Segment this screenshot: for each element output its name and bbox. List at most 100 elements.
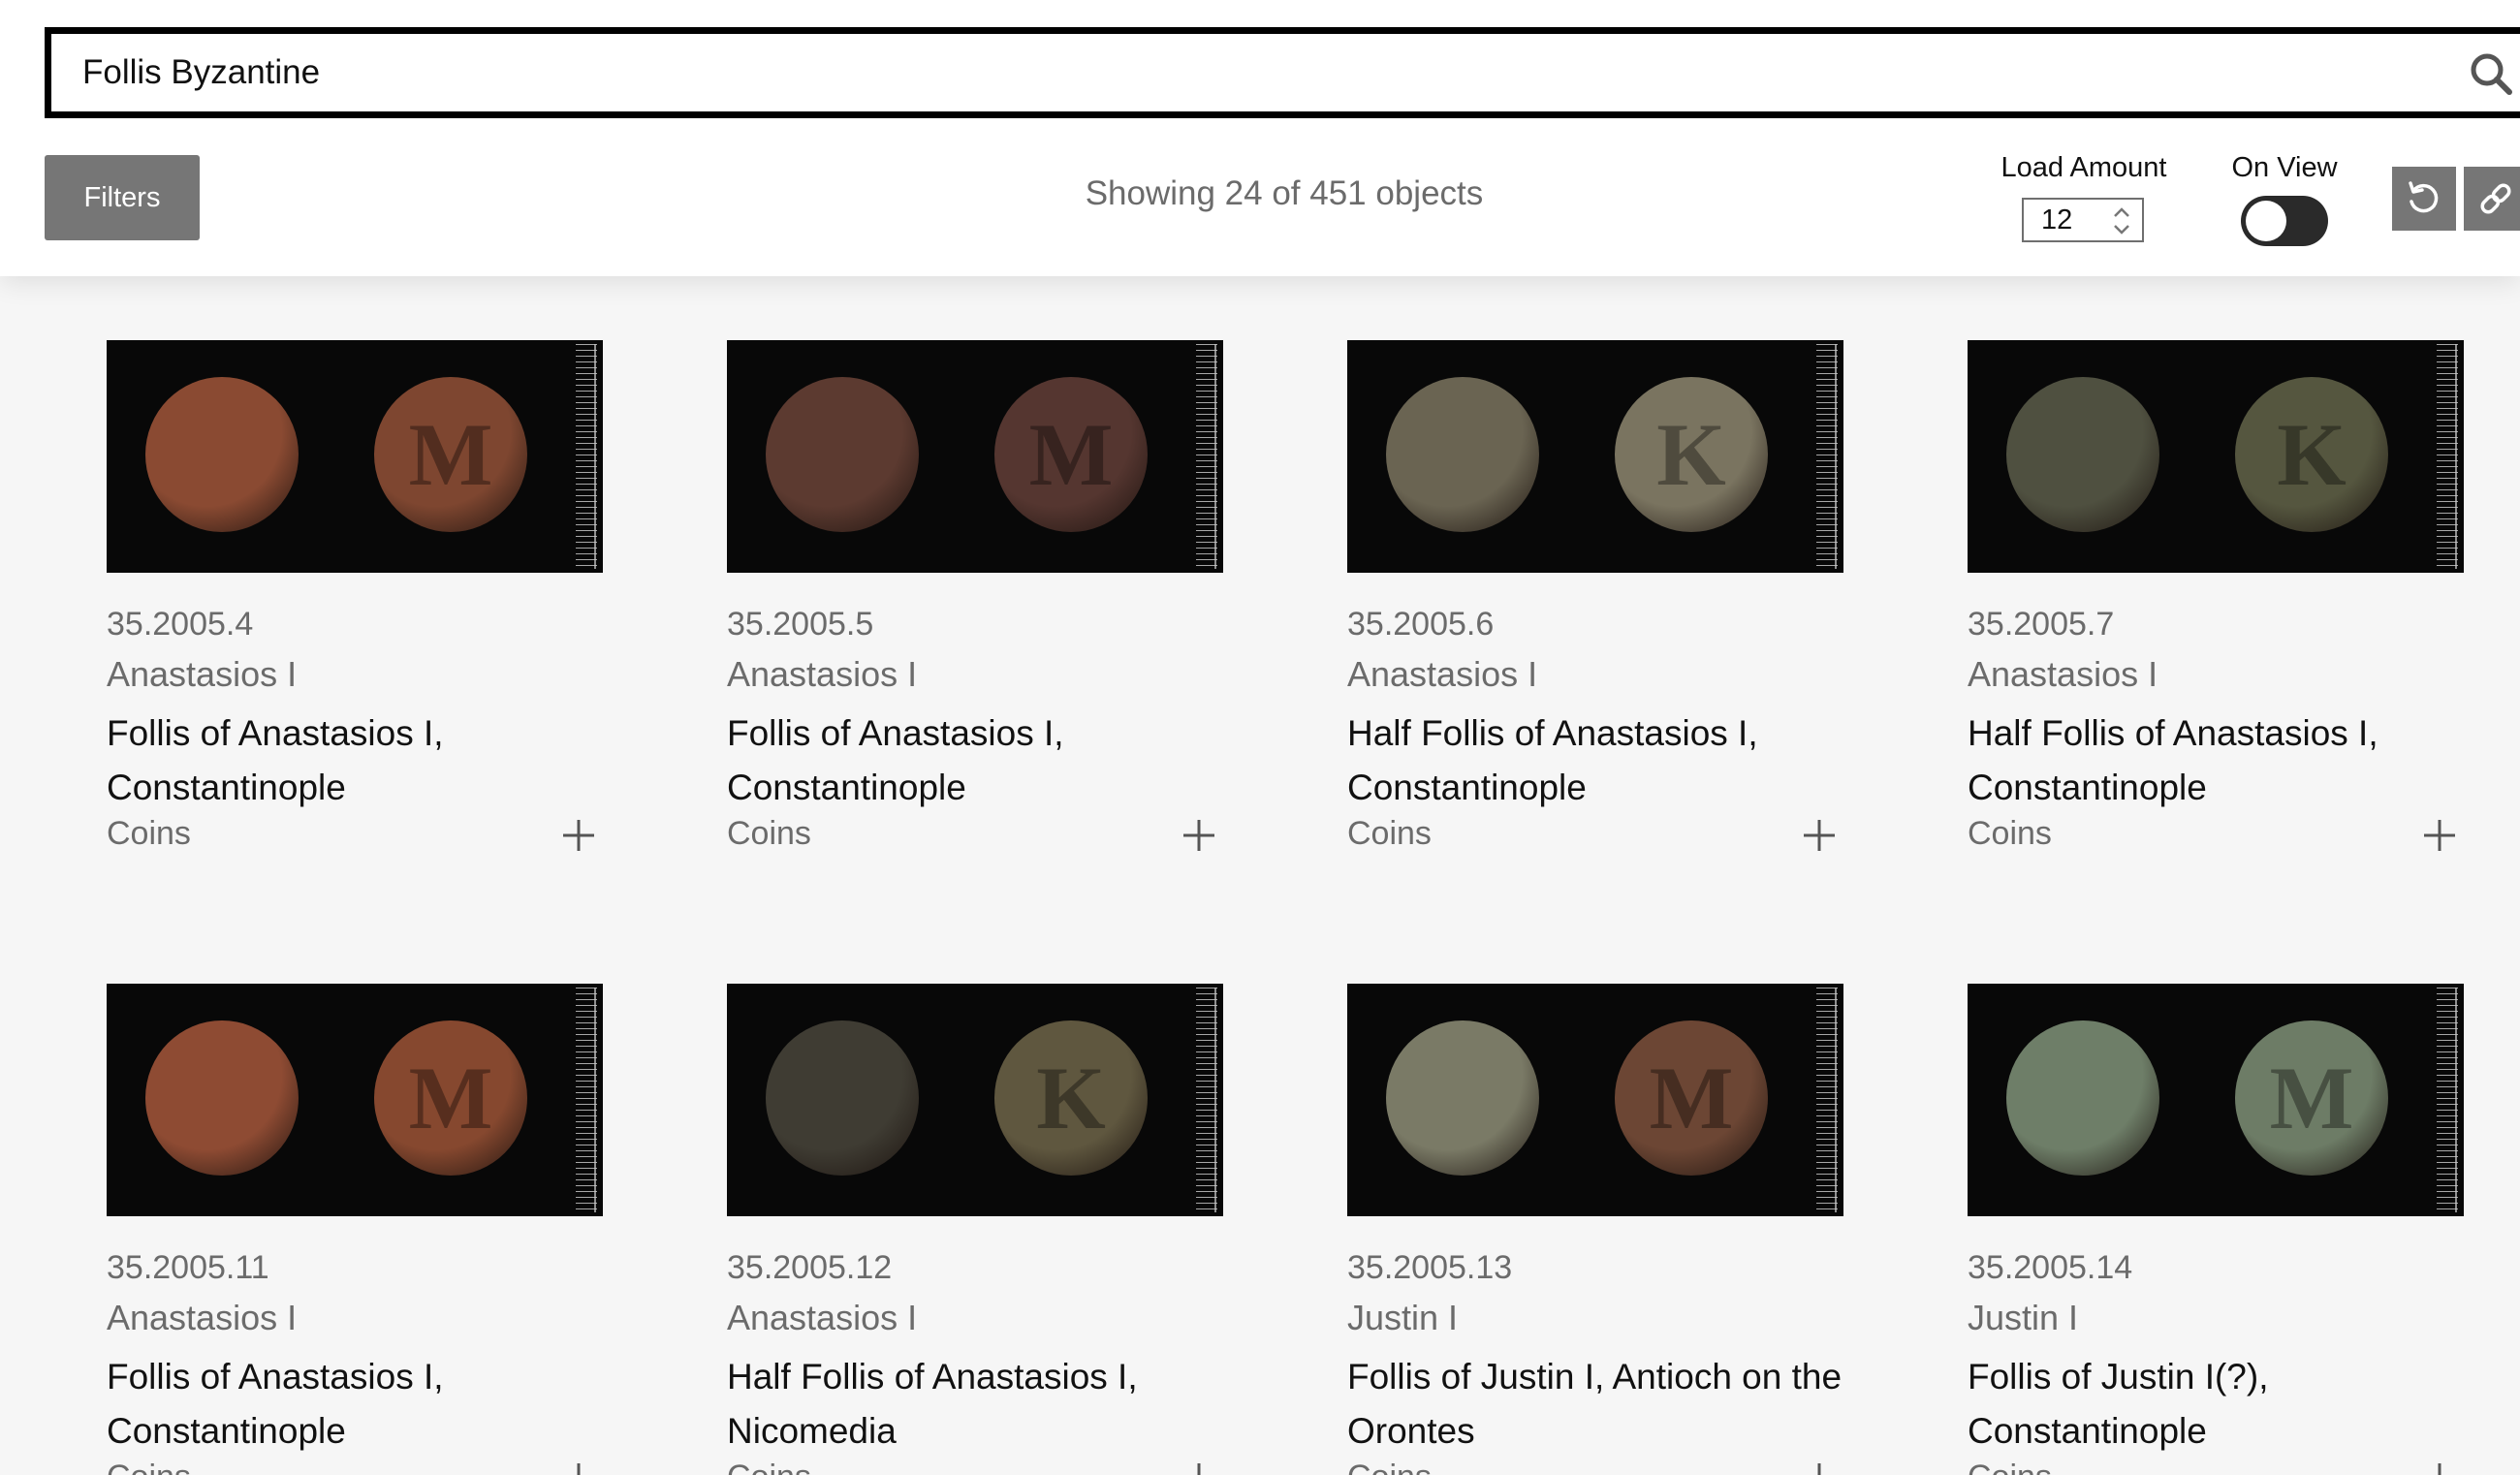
coin-obverse-image — [1386, 1020, 1539, 1176]
object-category: Coins — [107, 815, 191, 852]
object-thumbnail[interactable]: M — [727, 340, 1223, 573]
object-title[interactable]: Follis of Anastasios I, Constantinople — [727, 706, 1223, 815]
object-card[interactable]: M 35.2005.5 Anastasios I Follis of Anastasi… — [727, 340, 1223, 860]
add-icon[interactable] — [2421, 1460, 2458, 1475]
accession-number: 35.2005.6 — [1347, 606, 1495, 643]
coin-monogram — [145, 377, 299, 532]
coin-monogram: M — [1028, 405, 1114, 504]
object-category: Coins — [1347, 815, 1432, 852]
coin-monogram — [1386, 1020, 1539, 1176]
add-icon[interactable] — [560, 817, 597, 854]
accession-number: 35.2005.12 — [727, 1249, 893, 1286]
object-title[interactable]: Follis of Anastasios I, Constantinople — [107, 1350, 603, 1459]
object-category: Coins — [1347, 1459, 1432, 1475]
coin-monogram — [1386, 377, 1539, 532]
object-thumbnail[interactable]: K — [1968, 340, 2464, 573]
coin-obverse-image — [2006, 1020, 2159, 1176]
category-row: Coins — [727, 1459, 1223, 1475]
object-title[interactable]: Half Follis of Anastasios I, Constantino… — [1968, 706, 2464, 815]
load-amount-stepper[interactable]: 12 — [2022, 198, 2144, 242]
coin-reverse-image: K — [2235, 377, 2388, 532]
add-icon[interactable] — [1181, 1460, 1217, 1475]
reset-button[interactable] — [2392, 167, 2456, 231]
coin-reverse-image: M — [2235, 1020, 2388, 1176]
toolbar-header: Filters Showing 24 of 451 objects Load A… — [0, 0, 2520, 276]
coin-monogram: M — [408, 405, 493, 504]
object-maker: Anastasios I — [727, 654, 918, 694]
coin-reverse-image: K — [1615, 377, 1768, 532]
coin-monogram — [2006, 1020, 2159, 1176]
accession-number: 35.2005.4 — [107, 606, 254, 643]
scale-ruler-edge — [594, 344, 596, 569]
object-category: Coins — [1968, 1459, 2052, 1475]
object-maker: Anastasios I — [1968, 654, 2158, 694]
category-row: Coins — [727, 815, 1223, 860]
results-grid: M 35.2005.4 Anastasios I Follis of Anastasi… — [0, 276, 2520, 1475]
coin-monogram — [766, 377, 919, 532]
coin-monogram: M — [2269, 1049, 2354, 1147]
add-icon[interactable] — [2421, 817, 2458, 854]
add-icon[interactable] — [1181, 817, 1217, 854]
object-maker: Justin I — [1347, 1298, 1459, 1337]
accession-number: 35.2005.14 — [1968, 1249, 2133, 1286]
scale-ruler-edge — [1835, 988, 1837, 1212]
add-icon[interactable] — [1801, 817, 1838, 854]
object-card[interactable]: M 35.2005.13 Justin I Follis of Justin I, A… — [1347, 984, 1843, 1475]
coin-reverse-image: M — [994, 377, 1148, 532]
coin-monogram: K — [1036, 1049, 1106, 1147]
add-icon[interactable] — [560, 1460, 597, 1475]
accession-number: 35.2005.5 — [727, 606, 874, 643]
copy-link-button[interactable] — [2464, 167, 2520, 231]
coin-monogram: M — [408, 1049, 493, 1147]
scale-ruler-edge — [1835, 344, 1837, 569]
add-icon[interactable] — [1801, 1460, 1838, 1475]
accession-number: 35.2005.11 — [107, 1249, 269, 1286]
coin-obverse-image — [1386, 377, 1539, 532]
coin-reverse-image: M — [374, 377, 527, 532]
object-maker: Anastasios I — [107, 1298, 298, 1337]
object-category: Coins — [727, 815, 811, 852]
object-maker: Anastasios I — [727, 1298, 918, 1337]
accession-number: 35.2005.13 — [1347, 1249, 1513, 1286]
coin-obverse-image — [145, 377, 299, 532]
object-thumbnail[interactable]: M — [107, 340, 603, 573]
object-thumbnail[interactable]: K — [727, 984, 1223, 1216]
stepper-arrows-icon[interactable] — [2109, 204, 2134, 238]
object-card[interactable]: K 35.2005.12 Anastasios I Half Follis of An… — [727, 984, 1223, 1475]
results-count: Showing 24 of 451 objects — [1085, 174, 1484, 212]
category-row: Coins — [1968, 815, 2464, 860]
on-view-toggle[interactable] — [2241, 196, 2328, 246]
object-title[interactable]: Follis of Justin I, Antioch on the Oront… — [1347, 1350, 1843, 1459]
object-thumbnail[interactable]: M — [1968, 984, 2464, 1216]
object-maker: Anastasios I — [107, 654, 298, 694]
object-card[interactable]: K 35.2005.7 Anastasios I Half Follis of Ana… — [1968, 340, 2464, 860]
object-category: Coins — [727, 1459, 811, 1475]
coin-reverse-image: M — [374, 1020, 527, 1176]
search-box[interactable] — [45, 27, 2520, 118]
filters-button[interactable]: Filters — [45, 155, 200, 240]
category-row: Coins — [1968, 1459, 2464, 1475]
object-title[interactable]: Follis of Justin I(?), Constantinople — [1968, 1350, 2464, 1459]
search-icon[interactable] — [2469, 51, 2513, 96]
toggle-knob — [2246, 201, 2286, 241]
search-input[interactable] — [82, 46, 2409, 100]
object-card[interactable]: M 35.2005.4 Anastasios I Follis of Anastasi… — [107, 340, 603, 860]
object-card[interactable]: M 35.2005.11 Anastasios I Follis of Anastas… — [107, 984, 603, 1475]
scale-ruler-edge — [1214, 344, 1216, 569]
object-title[interactable]: Half Follis of Anastasios I, Constantino… — [1347, 706, 1843, 815]
coin-obverse-image — [145, 1020, 299, 1176]
object-thumbnail[interactable]: K — [1347, 340, 1843, 573]
accession-number: 35.2005.7 — [1968, 606, 2115, 643]
scale-ruler-edge — [2455, 988, 2457, 1212]
object-title[interactable]: Half Follis of Anastasios I, Nicomedia — [727, 1350, 1223, 1459]
object-thumbnail[interactable]: M — [107, 984, 603, 1216]
object-thumbnail[interactable]: M — [1347, 984, 1843, 1216]
coin-obverse-image — [766, 377, 919, 532]
object-category: Coins — [107, 1459, 191, 1475]
category-row: Coins — [107, 815, 603, 860]
coin-reverse-image: K — [994, 1020, 1148, 1176]
on-view-label: On View — [2231, 152, 2338, 183]
object-title[interactable]: Follis of Anastasios I, Constantinople — [107, 706, 603, 815]
object-card[interactable]: M 35.2005.14 Justin I Follis of Justin I(?)… — [1968, 984, 2464, 1475]
object-card[interactable]: K 35.2005.6 Anastasios I Half Follis of Ana… — [1347, 340, 1843, 860]
